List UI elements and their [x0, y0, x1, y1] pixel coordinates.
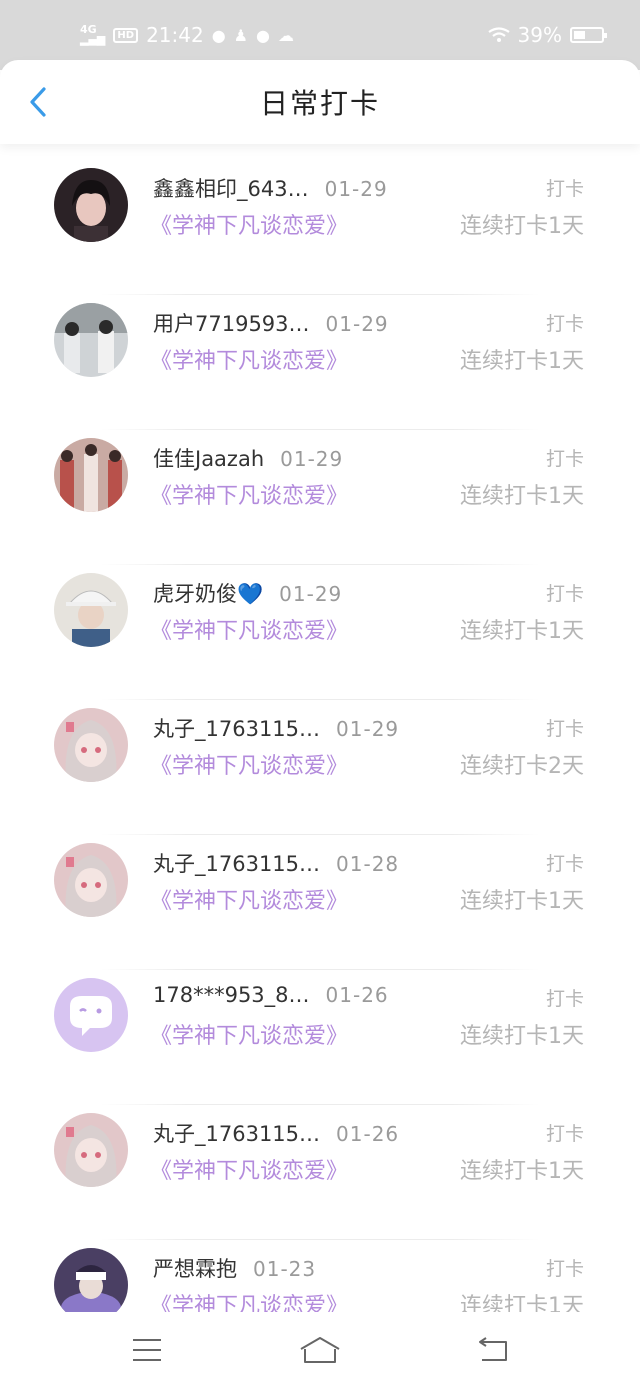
checkin-list[interactable]: 鑫鑫相印_643… 01-29 《学神下凡谈恋爱》 打卡 连续打卡1天 用户77…: [0, 160, 640, 1312]
checkin-row[interactable]: 丸子_1763115… 01-28 《学神下凡谈恋爱》 打卡 连续打卡1天: [0, 835, 640, 970]
checkin-row[interactable]: 丸子_1763115… 01-29 《学神下凡谈恋爱》 打卡 连续打卡2天: [0, 700, 640, 835]
checkin-row[interactable]: 用户7719593… 01-29 《学神下凡谈恋爱》 打卡 连续打卡1天: [0, 295, 640, 430]
checkin-date: 01-23: [253, 1257, 317, 1281]
streak-text: 连续打卡1天: [460, 214, 584, 239]
avatar[interactable]: [54, 168, 128, 242]
avatar[interactable]: [54, 573, 128, 647]
battery-icon: [570, 27, 607, 43]
home-button[interactable]: [285, 1325, 355, 1375]
checkin-tag: 打卡: [545, 1123, 584, 1145]
checkin-date: 01-26: [325, 983, 389, 1007]
course-link[interactable]: 《学神下凡谈恋爱》: [150, 1153, 348, 1185]
avatar[interactable]: [54, 978, 128, 1052]
nav-back-button[interactable]: [458, 1325, 528, 1375]
checkin-date: 01-29: [279, 582, 343, 606]
back-button[interactable]: [18, 82, 58, 122]
streak-text: 连续打卡1天: [460, 889, 584, 914]
checkin-date: 01-26: [336, 1122, 400, 1146]
username: 用户7719593…: [153, 312, 310, 336]
battery-fill: [574, 31, 585, 39]
course-link[interactable]: 《学神下凡谈恋爱》: [150, 478, 348, 510]
menu-button[interactable]: [112, 1325, 182, 1375]
username: 佳佳Jaazah: [153, 447, 265, 471]
avatar[interactable]: [54, 438, 128, 512]
name-line: 虎牙奶俊💙 01-29: [153, 578, 342, 608]
back-icon: [479, 1336, 508, 1361]
avatar[interactable]: [54, 1113, 128, 1187]
streak-text: 连续打卡1天: [460, 619, 584, 644]
course-link[interactable]: 《学神下凡谈恋爱》: [150, 208, 348, 240]
name-line: 丸子_1763115… 01-29: [153, 713, 399, 743]
checkin-row[interactable]: 丸子_1763115… 01-26 《学神下凡谈恋爱》 打卡 连续打卡1天: [0, 1105, 640, 1240]
home-icon: [300, 1336, 340, 1363]
username: 鑫鑫相印_643…: [153, 177, 309, 201]
course-link[interactable]: 《学神下凡谈恋爱》: [150, 343, 348, 375]
wifi-icon: [487, 27, 510, 42]
page-header: 日常打卡: [0, 60, 640, 144]
qq-icon: ♟: [233, 25, 249, 45]
checkin-date: 01-29: [325, 312, 389, 336]
checkin-row[interactable]: 严想霖抱 01-23 《学神下凡谈恋爱》 打卡 连续打卡1天: [0, 1240, 640, 1312]
checkin-tag: 打卡: [545, 448, 584, 470]
checkin-row[interactable]: 178***953_8… 01-26 《学神下凡谈恋爱》 打卡 连续打卡1天: [0, 970, 640, 1105]
name-line: 佳佳Jaazah 01-29: [153, 443, 343, 473]
username: 丸子_1763115…: [153, 852, 321, 876]
course-link[interactable]: 《学神下凡谈恋爱》: [150, 883, 348, 915]
checkin-date: 01-29: [280, 447, 344, 471]
username: 丸子_1763115…: [153, 717, 321, 741]
streak-text: 连续打卡1天: [460, 1294, 584, 1312]
course-link[interactable]: 《学神下凡谈恋爱》: [150, 613, 348, 645]
hd-badge: HD: [113, 27, 139, 43]
checkin-tag: 打卡: [545, 1258, 584, 1280]
username: 丸子_1763115…: [153, 1122, 321, 1146]
checkin-tag: 打卡: [545, 583, 584, 605]
checkin-row[interactable]: 虎牙奶俊💙 01-29 《学神下凡谈恋爱》 打卡 连续打卡1天: [0, 565, 640, 700]
system-nav-bar: [0, 1312, 640, 1387]
cloud-icon: ☁: [277, 25, 294, 45]
menu-icon: [132, 1338, 161, 1361]
network-type: 4G: [80, 23, 97, 36]
course-link[interactable]: 《学神下凡谈恋爱》: [150, 1288, 348, 1312]
course-link[interactable]: 《学神下凡谈恋爱》: [150, 748, 348, 780]
streak-text: 连续打卡1天: [460, 349, 584, 374]
name-line: 鑫鑫相印_643… 01-29: [153, 173, 388, 203]
avatar[interactable]: [54, 708, 128, 782]
checkin-tag: 打卡: [545, 988, 584, 1010]
name-line: 用户7719593… 01-29: [153, 308, 389, 338]
signal-icon: 4G ▂▄▆: [80, 23, 106, 46]
username: 严想霖抱: [153, 1257, 237, 1281]
avatar[interactable]: [54, 843, 128, 917]
clock: 21:42: [146, 23, 204, 47]
streak-text: 连续打卡1天: [460, 1024, 584, 1049]
streak-text: 连续打卡2天: [460, 754, 584, 779]
course-link[interactable]: 《学神下凡谈恋爱》: [150, 1018, 348, 1050]
battery-percent: 39%: [517, 23, 562, 47]
checkin-tag: 打卡: [545, 313, 584, 335]
message-icon: ●: [256, 25, 270, 45]
streak-text: 连续打卡1天: [460, 484, 584, 509]
name-line: 严想霖抱 01-23: [153, 1253, 316, 1283]
checkin-tag: 打卡: [545, 178, 584, 200]
name-line: 178***953_8… 01-26: [153, 983, 389, 1007]
chevron-left-icon: [30, 87, 46, 117]
checkin-row[interactable]: 佳佳Jaazah 01-29 《学神下凡谈恋爱》 打卡 连续打卡1天: [0, 430, 640, 565]
avatar[interactable]: [54, 1248, 128, 1312]
name-line: 丸子_1763115… 01-28: [153, 848, 399, 878]
checkin-row[interactable]: 鑫鑫相印_643… 01-29 《学神下凡谈恋爱》 打卡 连续打卡1天: [0, 160, 640, 295]
streak-text: 连续打卡1天: [460, 1159, 584, 1184]
checkin-tag: 打卡: [545, 853, 584, 875]
checkin-date: 01-29: [336, 717, 400, 741]
username: 虎牙奶俊💙: [153, 582, 264, 606]
checkin-tag: 打卡: [545, 718, 584, 740]
page-title: 日常打卡: [259, 87, 380, 120]
checkin-date: 01-28: [336, 852, 400, 876]
avatar[interactable]: [54, 303, 128, 377]
checkin-date: 01-29: [324, 177, 388, 201]
name-line: 丸子_1763115… 01-26: [153, 1118, 399, 1148]
username: 178***953_8…: [153, 983, 310, 1007]
wechat-icon: ●: [211, 25, 226, 45]
